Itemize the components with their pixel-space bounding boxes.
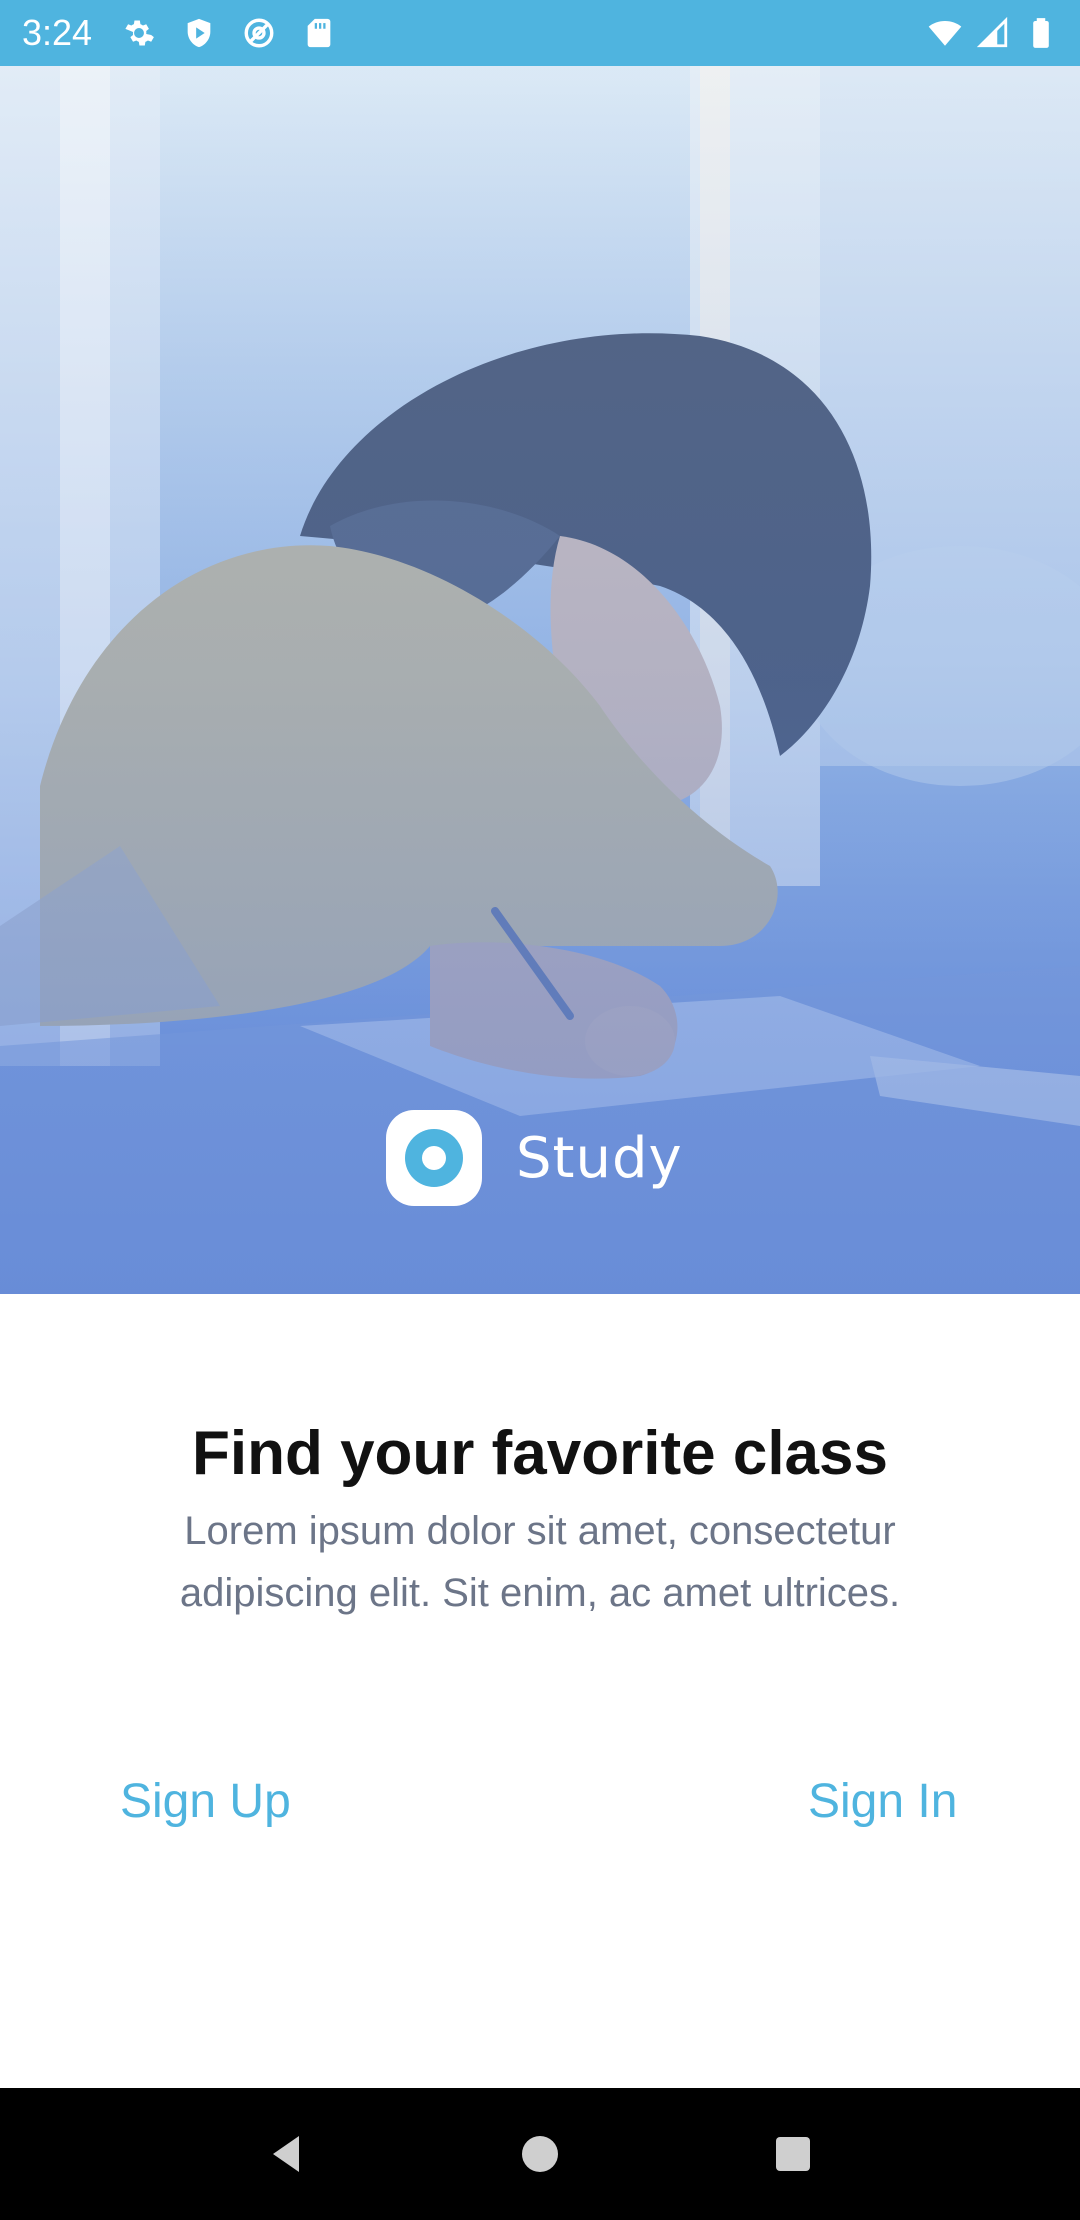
status-time: 3:24: [22, 12, 93, 53]
hero-image: Study: [0, 66, 1080, 1294]
gear-icon: [122, 16, 156, 50]
sign-in-button[interactable]: Sign In: [808, 1774, 957, 1829]
shield-icon: [182, 16, 216, 50]
signal-icon: [976, 16, 1010, 50]
battery-icon: [1024, 16, 1058, 50]
recents-icon[interactable]: [763, 2124, 823, 2184]
sign-up-button[interactable]: Sign Up: [120, 1774, 291, 1829]
back-icon[interactable]: [257, 2124, 317, 2184]
at-sign-icon: [242, 16, 276, 50]
page-title: Find your favorite class: [192, 1419, 888, 1488]
status-left-icons: [122, 16, 336, 50]
brand-name: Study: [516, 1125, 683, 1191]
page-description: Lorem ipsum dolor sit amet, consectetur …: [179, 1509, 901, 1615]
home-icon[interactable]: [510, 2124, 570, 2184]
status-right-icons: [928, 16, 1058, 50]
sd-card-icon: [302, 16, 336, 50]
study-logo-icon: [386, 1110, 482, 1206]
system-nav-bar: [0, 2088, 1080, 2220]
wifi-icon: [928, 16, 962, 50]
status-bar: 3:24: [0, 0, 1080, 66]
brand: Study: [386, 1110, 683, 1206]
